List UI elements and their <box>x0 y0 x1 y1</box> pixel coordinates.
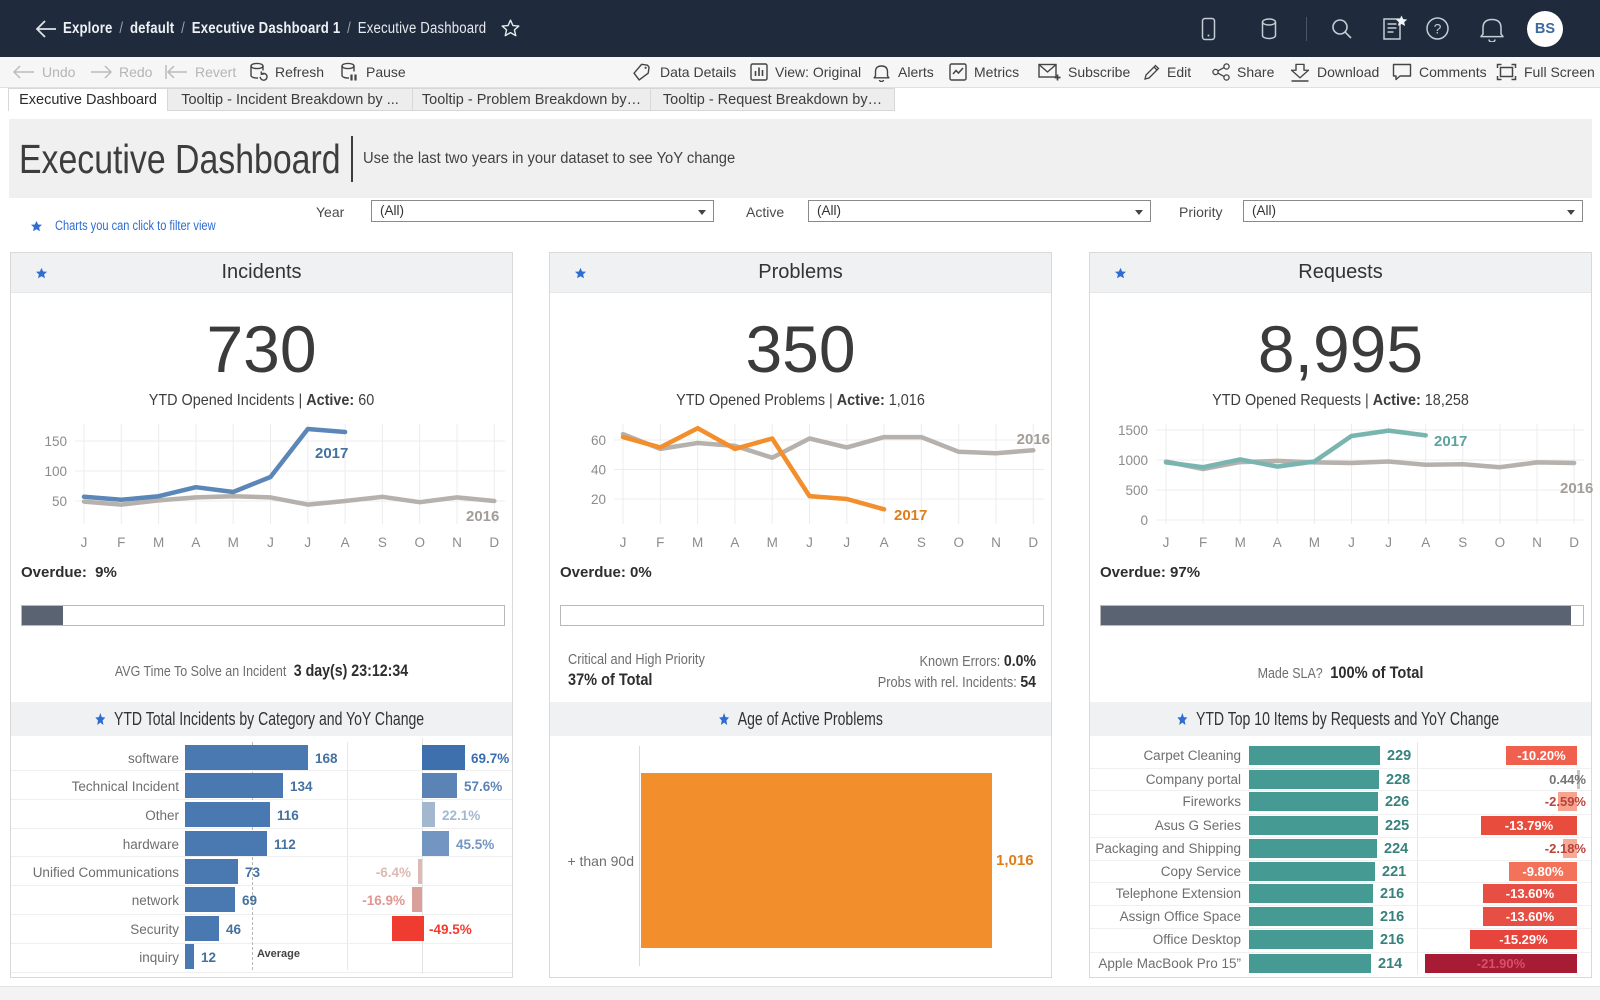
svg-text:M: M <box>692 535 703 550</box>
svg-text:A: A <box>341 535 350 550</box>
svg-text:A: A <box>191 535 200 550</box>
svg-text:F: F <box>1199 535 1207 550</box>
svg-text:40: 40 <box>591 463 606 478</box>
svg-text:J: J <box>806 535 813 550</box>
svg-text:A: A <box>1273 535 1282 550</box>
svg-text:S: S <box>917 535 926 550</box>
svg-text:S: S <box>378 535 387 550</box>
svg-text:100: 100 <box>44 464 67 479</box>
svg-text:J: J <box>843 535 850 550</box>
svg-text:J: J <box>1385 535 1392 550</box>
svg-text:2017: 2017 <box>1434 433 1467 450</box>
svg-text:2016: 2016 <box>1017 431 1050 448</box>
svg-text:20: 20 <box>591 492 606 507</box>
svg-text:A: A <box>730 535 739 550</box>
svg-text:2017: 2017 <box>894 507 927 524</box>
svg-text:O: O <box>953 535 964 550</box>
svg-text:2016: 2016 <box>1560 480 1593 497</box>
svg-text:J: J <box>267 535 274 550</box>
svg-text:J: J <box>81 535 88 550</box>
svg-text:60: 60 <box>591 433 606 448</box>
svg-text:?: ? <box>1434 21 1442 37</box>
svg-text:0: 0 <box>1140 513 1148 528</box>
svg-text:M: M <box>228 535 239 550</box>
svg-text:50: 50 <box>52 494 67 509</box>
svg-text:J: J <box>620 535 627 550</box>
svg-text:1000: 1000 <box>1118 453 1148 468</box>
svg-text:500: 500 <box>1125 483 1148 498</box>
svg-text:D: D <box>1028 535 1038 550</box>
svg-text:M: M <box>767 535 778 550</box>
svg-text:N: N <box>1532 535 1542 550</box>
svg-text:F: F <box>656 535 664 550</box>
svg-text:N: N <box>452 535 462 550</box>
svg-text:2017: 2017 <box>315 445 348 462</box>
svg-text:J: J <box>1163 535 1170 550</box>
svg-text:J: J <box>304 535 311 550</box>
svg-text:M: M <box>1235 535 1246 550</box>
svg-text:O: O <box>1495 535 1506 550</box>
svg-text:2016: 2016 <box>466 508 499 525</box>
svg-text:1500: 1500 <box>1118 423 1148 438</box>
svg-text:S: S <box>1458 535 1467 550</box>
svg-text:N: N <box>991 535 1001 550</box>
svg-text:A: A <box>1421 535 1430 550</box>
svg-text:F: F <box>117 535 125 550</box>
svg-text:J: J <box>1348 535 1355 550</box>
svg-text:O: O <box>414 535 425 550</box>
svg-text:M: M <box>1309 535 1320 550</box>
svg-text:D: D <box>489 535 499 550</box>
svg-text:150: 150 <box>44 434 67 449</box>
svg-text:D: D <box>1569 535 1579 550</box>
svg-text:A: A <box>880 535 889 550</box>
svg-text:M: M <box>153 535 164 550</box>
